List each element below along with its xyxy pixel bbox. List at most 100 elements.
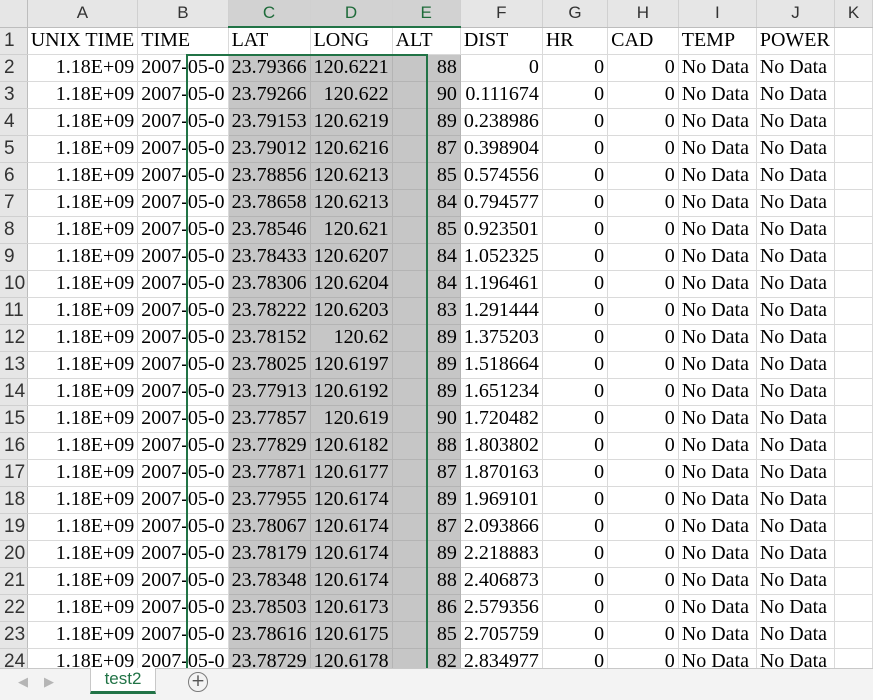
cell-c[interactable]: 23.77857	[228, 405, 311, 433]
row-header[interactable]: 2	[0, 54, 28, 82]
cell-b[interactable]: 2007-05-0	[137, 297, 229, 325]
row-header[interactable]: 19	[0, 513, 28, 541]
cell-a[interactable]: 1.18E+09	[27, 405, 139, 433]
cell-k[interactable]	[834, 54, 873, 82]
column-header-h[interactable]: H	[607, 0, 679, 28]
cell-d[interactable]: 120.6178	[310, 648, 393, 668]
cell-d[interactable]: 120.6175	[310, 621, 393, 649]
cell-i[interactable]: No Data	[678, 432, 757, 460]
cell-j[interactable]: No Data	[756, 459, 836, 487]
cell-f[interactable]: 2.093866	[460, 513, 543, 541]
cell-b[interactable]: 2007-05-0	[137, 459, 229, 487]
cell-k[interactable]	[834, 567, 873, 595]
cell-j[interactable]: POWER	[756, 27, 836, 55]
cell-g[interactable]: 0	[542, 486, 609, 514]
cell-h[interactable]: 0	[607, 513, 679, 541]
cell-g[interactable]: 0	[542, 189, 609, 217]
cell-a[interactable]: 1.18E+09	[27, 189, 139, 217]
row-header[interactable]: 5	[0, 135, 28, 163]
cell-a[interactable]: 1.18E+09	[27, 648, 139, 668]
cell-d[interactable]: 120.6213	[310, 189, 393, 217]
row-header[interactable]: 12	[0, 324, 28, 352]
cell-j[interactable]: No Data	[756, 135, 836, 163]
cell-k[interactable]	[834, 108, 873, 136]
cell-c[interactable]: 23.79153	[228, 108, 311, 136]
cell-i[interactable]: No Data	[678, 621, 757, 649]
cell-h[interactable]: 0	[607, 459, 679, 487]
cell-i[interactable]: No Data	[678, 513, 757, 541]
cell-f[interactable]: 2.406873	[460, 567, 543, 595]
cell-c[interactable]: 23.78306	[228, 270, 311, 298]
cell-d[interactable]: 120.6197	[310, 351, 393, 379]
cell-k[interactable]	[834, 594, 873, 622]
cell-e[interactable]: 84	[392, 243, 461, 271]
cell-i[interactable]: No Data	[678, 108, 757, 136]
cell-f[interactable]: 1.052325	[460, 243, 543, 271]
cell-h[interactable]: 0	[607, 81, 679, 109]
cell-j[interactable]: No Data	[756, 81, 836, 109]
cell-k[interactable]	[834, 324, 873, 352]
cell-k[interactable]	[834, 513, 873, 541]
cell-c[interactable]: 23.78179	[228, 540, 311, 568]
row-header[interactable]: 4	[0, 108, 28, 136]
cell-e[interactable]: ALT	[392, 27, 461, 55]
cell-k[interactable]	[834, 621, 873, 649]
cell-e[interactable]: 88	[392, 54, 461, 82]
cell-i[interactable]: No Data	[678, 351, 757, 379]
row-header[interactable]: 7	[0, 189, 28, 217]
cell-c[interactable]: 23.77829	[228, 432, 311, 460]
cell-g[interactable]: 0	[542, 432, 609, 460]
column-header-i[interactable]: I	[678, 0, 757, 28]
cell-c[interactable]: 23.78856	[228, 162, 311, 190]
cell-g[interactable]: 0	[542, 270, 609, 298]
cell-k[interactable]	[834, 135, 873, 163]
cell-a[interactable]: 1.18E+09	[27, 81, 139, 109]
select-all-corner[interactable]	[0, 0, 28, 28]
cell-g[interactable]: 0	[542, 594, 609, 622]
cell-b[interactable]: 2007-05-0	[137, 216, 229, 244]
cell-f[interactable]: 0.794577	[460, 189, 543, 217]
cell-e[interactable]: 85	[392, 621, 461, 649]
cell-a[interactable]: 1.18E+09	[27, 567, 139, 595]
cell-e[interactable]: 87	[392, 513, 461, 541]
cell-g[interactable]: 0	[542, 108, 609, 136]
cell-e[interactable]: 89	[392, 378, 461, 406]
cell-b[interactable]: 2007-05-0	[137, 54, 229, 82]
cell-c[interactable]: 23.79012	[228, 135, 311, 163]
cell-e[interactable]: 88	[392, 432, 461, 460]
cell-f[interactable]: 0.238986	[460, 108, 543, 136]
cell-k[interactable]	[834, 189, 873, 217]
cell-h[interactable]: 0	[607, 243, 679, 271]
cell-b[interactable]: 2007-05-0	[137, 405, 229, 433]
cell-e[interactable]: 89	[392, 540, 461, 568]
cell-h[interactable]: 0	[607, 351, 679, 379]
row-header[interactable]: 20	[0, 540, 28, 568]
row-header[interactable]: 9	[0, 243, 28, 271]
cell-i[interactable]: No Data	[678, 297, 757, 325]
cell-j[interactable]: No Data	[756, 216, 836, 244]
cell-e[interactable]: 84	[392, 189, 461, 217]
row-header[interactable]: 21	[0, 567, 28, 595]
cell-k[interactable]	[834, 540, 873, 568]
cell-i[interactable]: No Data	[678, 135, 757, 163]
cell-h[interactable]: CAD	[607, 27, 679, 55]
cell-h[interactable]: 0	[607, 189, 679, 217]
cell-j[interactable]: No Data	[756, 243, 836, 271]
cell-f[interactable]: 2.218883	[460, 540, 543, 568]
cell-c[interactable]: 23.78503	[228, 594, 311, 622]
cell-g[interactable]: 0	[542, 135, 609, 163]
cell-d[interactable]: 120.6174	[310, 567, 393, 595]
cell-g[interactable]: 0	[542, 81, 609, 109]
cell-k[interactable]	[834, 351, 873, 379]
cell-h[interactable]: 0	[607, 378, 679, 406]
cell-h[interactable]: 0	[607, 486, 679, 514]
cell-e[interactable]: 90	[392, 81, 461, 109]
cell-a[interactable]: 1.18E+09	[27, 459, 139, 487]
cell-b[interactable]: 2007-05-0	[137, 162, 229, 190]
cell-f[interactable]: 1.196461	[460, 270, 543, 298]
cell-e[interactable]: 89	[392, 486, 461, 514]
cell-b[interactable]: 2007-05-0	[137, 648, 229, 668]
cell-i[interactable]: No Data	[678, 216, 757, 244]
cell-b[interactable]: 2007-05-0	[137, 81, 229, 109]
cell-a[interactable]: 1.18E+09	[27, 378, 139, 406]
